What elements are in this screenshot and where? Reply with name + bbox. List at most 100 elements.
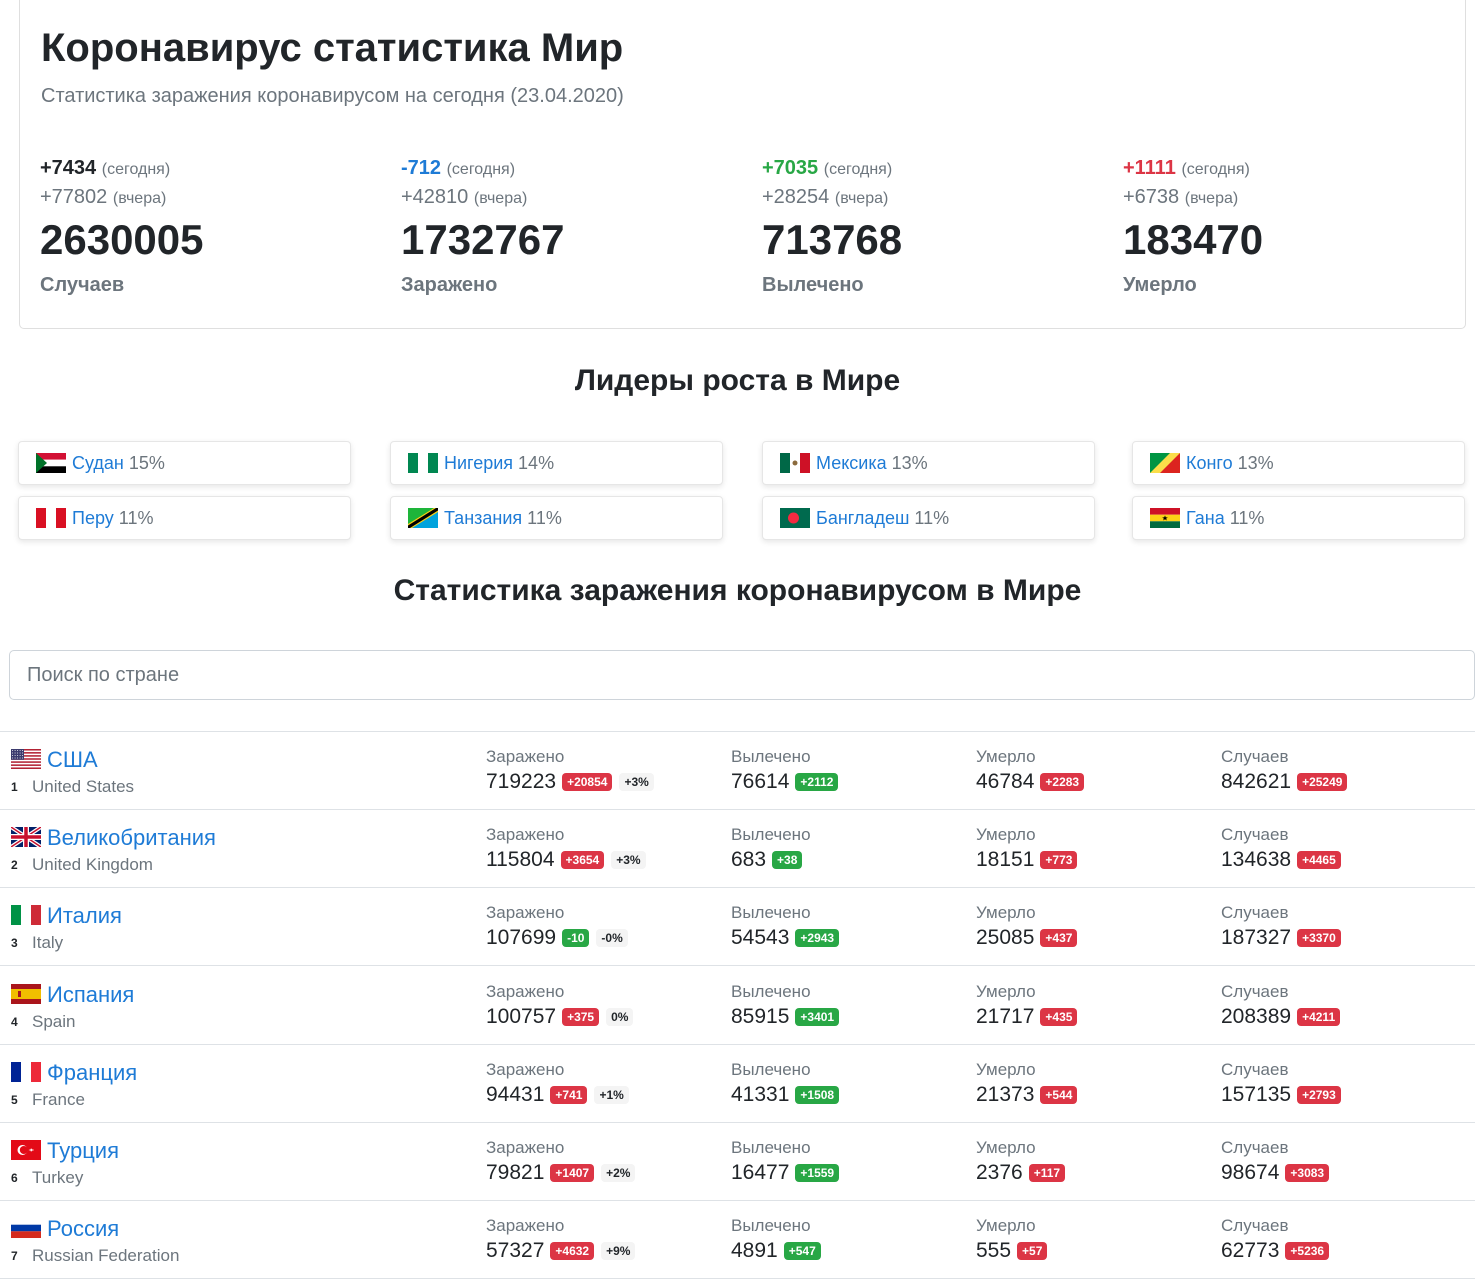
country-name-link[interactable]: Испания: [47, 982, 134, 1008]
country-english-name: Russian Federation: [32, 1246, 180, 1266]
stat-total: 2630005: [40, 216, 204, 263]
metric-value-line: 157135 +2793: [1221, 1083, 1341, 1107]
country-name-link[interactable]: Россия: [47, 1216, 119, 1242]
leader-card-mexico[interactable]: Мексика 13%: [762, 441, 1095, 485]
metric-infected: Заражено 79821 +1407 +2%: [486, 1137, 636, 1185]
metric-cases: Случаев 98674 +3083: [1221, 1137, 1330, 1185]
metric-label: Вылечено: [731, 747, 811, 766]
russia-flag-icon: [10, 1217, 42, 1239]
stat-yesterday: +77802 (вчера): [40, 182, 360, 212]
leader-card-congo[interactable]: Конго 13%: [1132, 441, 1465, 485]
leader-country-link[interactable]: Перу: [72, 508, 114, 529]
leader-card-bangladesh[interactable]: Бангладеш 11%: [762, 496, 1095, 540]
stat-yesterday: +28254 (вчера): [762, 182, 1082, 212]
metric-delta-badge: +1407: [550, 1164, 595, 1182]
metric-value-line: 25085 +437: [976, 926, 1078, 950]
metric-delta-badge: +773: [1040, 851, 1078, 870]
leader-country-link[interactable]: Нигерия: [444, 453, 513, 474]
stat-yesterday: +6738 (вчера): [1123, 182, 1443, 212]
metric-value-line: 21373 +544: [976, 1083, 1078, 1107]
leader-growth-pct: 11%: [1229, 507, 1265, 528]
leader-card-ghana[interactable]: Гана 11%: [1132, 496, 1465, 540]
metric-cases: Случаев 187327 +3370: [1221, 902, 1341, 950]
metric-value-line: 57327 +4632 +9%: [486, 1239, 636, 1263]
leader-growth-pct: 13%: [1237, 452, 1274, 473]
metric-delta-badge: +57: [1017, 1242, 1048, 1261]
metric-label: Вылечено: [731, 1059, 811, 1079]
metric-value: 100757: [486, 1004, 557, 1028]
metric-died: Умерло 21717 +435: [976, 981, 1078, 1029]
country-english-name: Spain: [32, 1011, 76, 1031]
search-input[interactable]: [9, 650, 1475, 700]
metric-recovered: Вылечено 683 +38: [731, 824, 811, 872]
metric-label: Умерло: [976, 1138, 1036, 1157]
leader-card-sudan[interactable]: Судан 15%: [18, 441, 351, 485]
stat-total: 183470: [1123, 216, 1264, 263]
leader-growth-pct: 11%: [118, 507, 154, 528]
metric-delta-badge: +38: [772, 851, 803, 870]
country-english-name: Turkey: [32, 1168, 84, 1187]
leader-card-peru[interactable]: Перу 11%: [18, 496, 351, 540]
country-name-link[interactable]: США: [47, 747, 98, 773]
metric-label: Случаев: [1221, 1216, 1289, 1236]
metric-label: Заражено: [486, 747, 565, 766]
country-english-name: United Kingdom: [32, 855, 153, 875]
infected-pct-badge: +9%: [601, 1242, 636, 1261]
metric-value: 18151: [976, 848, 1035, 872]
metric-label: Умерло: [976, 1216, 1036, 1236]
leader-country-link[interactable]: Бангладеш: [816, 508, 909, 529]
leader-country-link[interactable]: Гана: [1186, 508, 1225, 529]
country-name-link[interactable]: Турция: [47, 1138, 119, 1164]
congo-flag-icon: [1149, 452, 1181, 474]
stat-yesterday-delta: +42810: [401, 186, 469, 208]
infected-pct-badge: +1%: [594, 1085, 629, 1104]
metric-label: Случаев: [1221, 981, 1289, 1001]
metric-died: Умерло 25085 +437: [976, 902, 1078, 950]
metric-value-line: 842621 +25249: [1221, 770, 1348, 794]
stat-Умерло: +1111 (сегодня) +6738 (вчера) 183470 Умерло: [1123, 154, 1443, 297]
stat-Вылечено: +7035 (сегодня) +28254 (вчера) 713768 Вылеч…: [762, 154, 1082, 297]
metric-delta-badge: +3083: [1285, 1164, 1330, 1182]
leader-card-nigeria[interactable]: Нигерия 14%: [390, 441, 723, 485]
metric-value: 76614: [731, 770, 790, 793]
metric-value-line: 134638 +4465: [1221, 848, 1341, 872]
stat-today-delta: +7035: [762, 157, 819, 179]
leader-country-link[interactable]: Мексика: [816, 453, 887, 474]
table-row: Франция 5 France Заражено 94431 +741 +1% Вылече…: [0, 1045, 1475, 1123]
metric-value-line: 187327 +3370: [1221, 926, 1341, 950]
metric-value: 21717: [976, 1004, 1035, 1028]
nigeria-flag-icon: [407, 452, 439, 474]
country-english-name: Italy: [32, 933, 64, 953]
infected-pct-badge: +2%: [601, 1164, 636, 1182]
metric-recovered: Вылечено 41331 +1508: [731, 1059, 840, 1107]
table-row: США 1 United States Заражено 719223 +20854 +3%…: [0, 732, 1475, 810]
country-name-link[interactable]: Франция: [47, 1060, 137, 1086]
metric-delta-badge: +4632: [550, 1242, 595, 1261]
metric-cases: Случаев 842621 +25249: [1221, 746, 1348, 794]
stat-total: 1732767: [401, 216, 565, 263]
metric-infected: Заражено 100757 +375 0%: [486, 981, 634, 1029]
summary-card: Коронавирус статистика Мир Статистика за…: [19, 0, 1466, 329]
metric-value: 683: [731, 848, 767, 872]
metric-value-line: 555 +57: [976, 1239, 1048, 1263]
metric-delta-badge: +20854: [562, 773, 613, 791]
country-name-link[interactable]: Великобритания: [47, 825, 216, 851]
leader-country-link[interactable]: Танзания: [444, 508, 522, 529]
metric-value-line: 683 +38: [731, 848, 811, 872]
metric-value-line: 16477 +1559: [731, 1161, 840, 1185]
country-name-link[interactable]: Италия: [47, 903, 122, 929]
metric-delta-badge: +5236: [1285, 1242, 1330, 1261]
metric-cases: Случаев 208389 +4211: [1221, 981, 1341, 1029]
metric-label: Случаев: [1221, 747, 1289, 766]
leader-country-link[interactable]: Конго: [1186, 453, 1233, 474]
stat-today: +1111 (сегодня): [1123, 154, 1443, 182]
leader-country-link[interactable]: Судан: [72, 453, 124, 474]
metric-value-line: 98674 +3083: [1221, 1161, 1330, 1185]
stat-label: Вылечено: [762, 274, 864, 296]
leader-card-tanzania[interactable]: Танзания 11%: [390, 496, 723, 540]
stat-today-label: (сегодня): [101, 161, 171, 178]
metric-value-line: 115804 +3654 +3%: [486, 848, 646, 872]
metric-value: 16477: [731, 1161, 790, 1184]
metric-value-line: 107699 -10 -0%: [486, 926, 628, 950]
metric-value-line: 54543 +2943: [731, 926, 840, 950]
